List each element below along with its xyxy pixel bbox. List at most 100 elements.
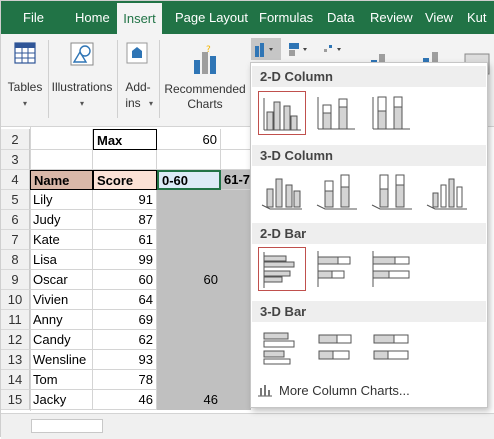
tables-button[interactable]: Tables ▾ [5,38,45,118]
clustered-column-option[interactable] [258,91,306,135]
cell-score[interactable]: 99 [93,250,157,270]
table-icon [14,42,36,64]
stacked-bar-option[interactable] [313,247,361,291]
recommended-label-1: Recommended [164,82,246,96]
cell-score[interactable]: 78 [93,370,157,390]
tab-view[interactable]: View [425,1,453,34]
row-header[interactable]: 14 [1,370,30,390]
clustered-column-icon [263,98,301,131]
3d-stacked-column-icon [316,174,357,210]
cell-name[interactable]: Anny [30,310,93,330]
row-header[interactable]: 5 [1,190,30,210]
cell-name[interactable]: Lisa [30,250,93,270]
recommended-charts-button[interactable]: ? Recommended Charts [161,38,249,118]
cell-score[interactable]: 46 [93,390,157,410]
cell-score[interactable]: 93 [93,350,157,370]
selected-range [157,190,251,410]
cell-a2[interactable] [30,129,93,150]
chevron-down-icon: ▾ [22,99,27,108]
tab-review[interactable]: Review [370,1,413,34]
ribbon-divider [159,40,160,118]
horizontal-scrollbar[interactable] [31,419,103,433]
3d-100-stacked-bar-option[interactable] [368,325,416,369]
clustered-bar-icon [263,252,295,288]
row-header[interactable]: 3 [1,150,30,170]
cell-score[interactable]: 69 [93,310,157,330]
row-header[interactable]: 6 [1,210,30,230]
column-chart-button[interactable] [251,38,281,60]
cell-c3[interactable] [157,150,221,170]
cell-name[interactable]: Jacky [30,390,93,410]
3d-column-option[interactable] [423,169,471,213]
section-2d-bar: 2-D Bar [252,223,486,244]
hierarchy-chart-button[interactable] [285,38,315,60]
row-header[interactable]: 9 [1,270,30,290]
cell-d3[interactable] [221,150,251,170]
100-stacked-column-option[interactable] [368,91,416,135]
cell-name[interactable]: Candy [30,330,93,350]
cell-c2[interactable]: 60 [157,129,221,150]
header-score[interactable]: Score [93,170,157,190]
cell-name[interactable]: Lily [30,190,93,210]
svg-text:?: ? [206,45,211,55]
3d-stacked-bar-option[interactable] [313,325,361,369]
row-header[interactable]: 12 [1,330,30,350]
tab-formulas[interactable]: Formulas [259,1,313,34]
scatter-chart-icon [324,45,341,52]
row-header[interactable]: 13 [1,350,30,370]
row-header[interactable]: 8 [1,250,30,270]
cell-name[interactable]: Vivien [30,290,93,310]
3d-column-depth-icon [426,178,467,210]
header-range-61-70[interactable]: 61-7 [221,170,251,190]
row-header[interactable]: 7 [1,230,30,250]
tab-file[interactable]: File [23,1,44,34]
row-header[interactable]: 2 [1,129,30,150]
cell-score[interactable]: 60 [93,270,157,290]
tab-data[interactable]: Data [327,1,354,34]
cell-d2[interactable] [221,129,251,150]
stacked-bar-icon [317,251,351,287]
cell-name[interactable]: Wensline [30,350,93,370]
recommended-charts-icon: ? [194,45,216,74]
header-range-0-60[interactable]: 0-60 [157,170,221,190]
cell-score[interactable]: 61 [93,230,157,250]
row-header[interactable]: 4 [1,170,30,190]
cell-score[interactable]: 64 [93,290,157,310]
cell-score[interactable]: 62 [93,330,157,350]
addins-label-2: ins [125,96,141,110]
cell-b2[interactable]: Max [93,129,157,150]
cell-range-value[interactable]: 46 [157,390,221,410]
scatter-chart-button[interactable] [319,38,349,60]
tab-insert[interactable]: Insert [117,1,162,34]
illustrations-button[interactable]: Illustrations ▾ [50,38,114,118]
more-column-charts-link[interactable]: More Column Charts... [257,383,410,398]
3d-stacked-column-option[interactable] [313,169,361,213]
row-header[interactable]: 11 [1,310,30,330]
clustered-bar-option[interactable] [258,247,306,291]
addins-button[interactable]: Add- ins ▾ [120,38,156,118]
cell-b3[interactable] [93,150,157,170]
more-charts-icon [258,385,272,397]
3d-clustered-bar-option[interactable] [258,325,306,369]
cell-score[interactable]: 87 [93,210,157,230]
row-header[interactable]: 10 [1,290,30,310]
row-header[interactable]: 15 [1,390,30,410]
tab-home[interactable]: Home [75,1,110,34]
header-name[interactable]: Name [30,170,93,190]
cell-range-value[interactable]: 60 [157,270,221,290]
3d-clustered-column-option[interactable] [258,169,306,213]
cell-name[interactable]: Judy [30,210,93,230]
tab-kutools[interactable]: Kut [467,1,487,34]
cell-score[interactable]: 91 [93,190,157,210]
tab-page-layout[interactable]: Page Layout [175,1,248,34]
cell-name[interactable]: Tom [30,370,93,390]
stacked-column-option[interactable] [313,91,361,135]
100-stacked-bar-option[interactable] [368,247,416,291]
tables-label: Tables [7,80,43,94]
cell-name[interactable]: Oscar [30,270,93,290]
more-column-charts-label: More Column Charts... [279,383,410,398]
cell-a3[interactable] [30,150,93,170]
3d-100-stacked-column-option[interactable] [368,169,416,213]
cell-name[interactable]: Kate [30,230,93,250]
3d-column-icon [261,178,302,210]
